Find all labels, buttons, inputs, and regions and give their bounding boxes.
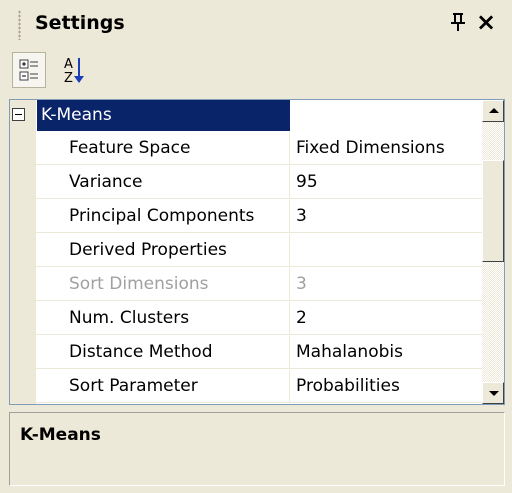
alphabetical-sort-icon: A Z [64, 57, 84, 86]
panel-title: Settings [35, 12, 125, 34]
property-name[interactable]: Distance Method [36, 336, 290, 369]
scroll-up-button[interactable] [482, 100, 504, 122]
alphabetical-button[interactable]: A Z [58, 52, 92, 88]
description-title: K-Means [20, 425, 101, 445]
property-toolbar: A Z [0, 48, 512, 98]
property-value[interactable]: 95 [290, 166, 482, 199]
panel-title-bar[interactable]: Settings × [0, 0, 512, 48]
property-row-principal-components[interactable]: Principal Components 3 [36, 200, 482, 234]
description-panel: K-Means [9, 412, 505, 486]
az-bottom-letter: Z [64, 71, 73, 86]
property-row-derived-properties[interactable]: Derived Properties [36, 234, 482, 268]
scroll-down-button[interactable] [482, 382, 504, 404]
vertical-scrollbar[interactable] [482, 100, 504, 404]
grid-gutter [10, 100, 36, 404]
property-name: Sort Dimensions [36, 268, 290, 301]
property-row-feature-space[interactable]: Feature Space Fixed Dimensions [36, 132, 482, 166]
az-top-letter: A [64, 57, 73, 72]
property-row-distance-method[interactable]: Distance Method Mahalanobis [36, 336, 482, 370]
scrollbar-thumb[interactable] [482, 160, 504, 262]
pin-icon[interactable] [448, 11, 468, 33]
arrow-down-icon [489, 391, 499, 396]
categorized-icon [19, 59, 38, 81]
property-row-sort-dimensions: Sort Dimensions 3 [36, 268, 482, 302]
property-name[interactable]: Variance [36, 166, 290, 199]
property-grid[interactable]: K-Means Feature Space Fixed Dimensions V… [9, 99, 505, 405]
property-row-num-clusters[interactable]: Num. Clusters 2 [36, 302, 482, 336]
property-row-sort-parameter[interactable]: Sort Parameter Probabilities [36, 370, 482, 404]
property-value[interactable]: Probabilities [290, 370, 482, 403]
property-value[interactable]: 2 [290, 302, 482, 335]
property-name[interactable]: Principal Components [36, 200, 290, 233]
close-icon[interactable]: × [476, 8, 496, 36]
property-name[interactable]: Sort Parameter [36, 370, 290, 403]
property-value[interactable]: 3 [290, 200, 482, 233]
settings-panel: Settings × A Z K-Means Feature Space Fix… [0, 0, 512, 493]
property-name[interactable]: Num. Clusters [36, 302, 290, 335]
categorized-button[interactable] [12, 52, 46, 88]
property-value: 3 [290, 268, 482, 301]
drag-grip[interactable] [18, 10, 21, 40]
category-row-k-means[interactable]: K-Means [10, 100, 490, 132]
property-value[interactable]: Mahalanobis [290, 336, 482, 369]
property-value[interactable]: Fixed Dimensions [290, 132, 482, 165]
collapse-toggle-icon[interactable] [12, 108, 25, 121]
property-row-variance[interactable]: Variance 95 [36, 166, 482, 200]
arrow-up-icon [489, 108, 499, 113]
property-value[interactable] [290, 234, 482, 267]
property-name[interactable]: Derived Properties [36, 234, 290, 267]
property-name[interactable]: Feature Space [36, 132, 290, 165]
category-label[interactable]: K-Means [37, 100, 290, 131]
